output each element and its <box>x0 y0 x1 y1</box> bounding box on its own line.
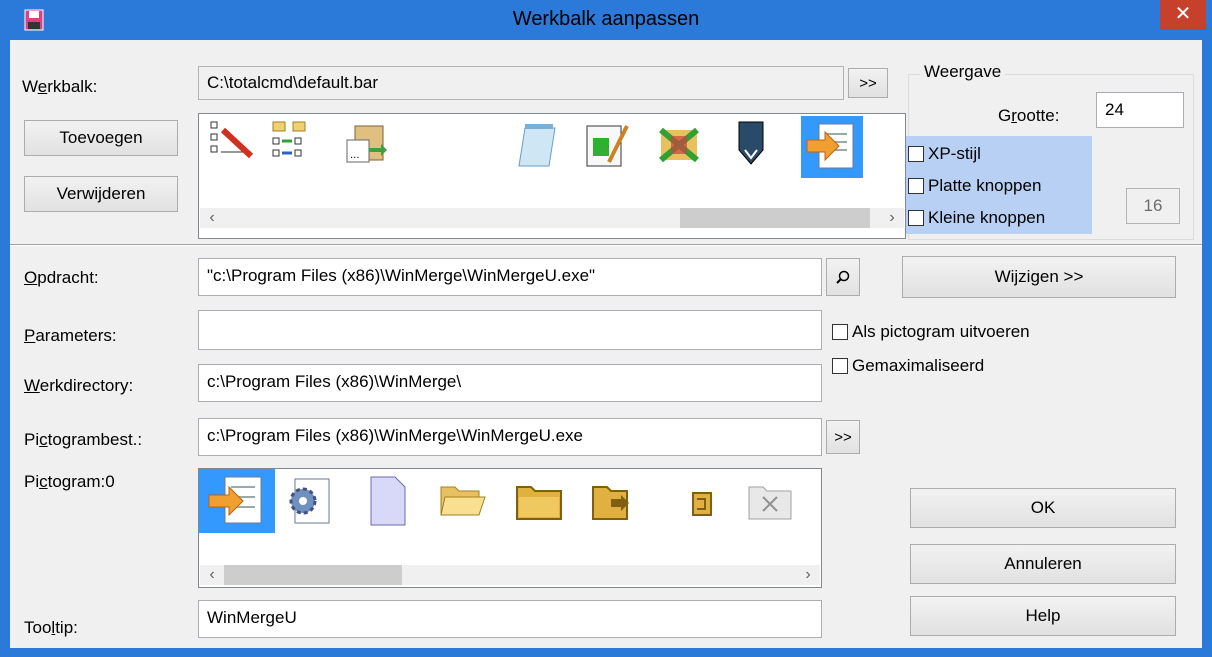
checkbox-box[interactable] <box>908 146 924 162</box>
scroll-right-icon[interactable]: › <box>798 565 818 585</box>
size-field[interactable]: 24 <box>1096 92 1184 128</box>
change-button[interactable]: Wijzigen >> <box>902 256 1176 298</box>
iconfile-field[interactable]: c:\Program Files (x86)\WinMerge\WinMerge… <box>198 418 822 456</box>
pen-icon[interactable] <box>723 118 779 174</box>
iconfile-browse-button[interactable]: >> <box>826 420 860 454</box>
small-size-field: 16 <box>1126 188 1180 224</box>
folder-arrow-icon[interactable] <box>587 473 643 529</box>
scroll-thumb[interactable] <box>680 208 870 228</box>
scroll-left-icon[interactable]: ‹ <box>202 208 222 228</box>
flat-buttons-checkbox[interactable]: Platte knoppen <box>908 176 1041 196</box>
add-button[interactable]: Toevoegen <box>24 120 178 156</box>
small-buttons-checkbox[interactable]: Kleine knoppen <box>908 208 1045 228</box>
run-minimized-label: Als pictogram uitvoeren <box>852 322 1030 341</box>
icon-picker-label: Pictogram:0 <box>24 472 115 491</box>
scroll-left-icon[interactable]: ‹ <box>202 565 222 585</box>
scroll-thumb[interactable] <box>224 565 402 585</box>
toolbar-strip-scrollbar[interactable]: ‹ › <box>200 208 904 228</box>
command-field[interactable]: "c:\Program Files (x86)\WinMerge\WinMerg… <box>198 258 822 296</box>
toolbar-label: Werkbalk: <box>22 77 98 96</box>
section-divider <box>10 244 1202 246</box>
small-buttons-label: Kleine knoppen <box>928 208 1046 227</box>
xp-style-label: XP-stijl <box>928 144 981 163</box>
xp-style-checkbox[interactable]: XP-stijl <box>908 144 981 164</box>
command-label: Opdracht: <box>24 268 99 287</box>
parameters-field[interactable] <box>198 310 822 350</box>
winmerge-icon[interactable] <box>199 469 275 533</box>
folder-icon[interactable] <box>511 473 567 529</box>
file-small-icon[interactable] <box>677 473 733 529</box>
flat-buttons-label: Platte knoppen <box>928 176 1042 195</box>
icon-picker-strip[interactable]: ‹ › <box>198 468 822 588</box>
tooltip-label: Tooltip: <box>24 618 78 637</box>
checkbox-box[interactable] <box>832 358 848 374</box>
toolbar-browse-button[interactable]: >> <box>848 68 888 98</box>
winmerge-icon[interactable] <box>801 116 863 178</box>
remove-button[interactable]: Verwijderen <box>24 176 178 212</box>
maximized-label: Gemaximaliseerd <box>852 356 985 375</box>
checkbox-box[interactable] <box>908 178 924 194</box>
open-folder-icon[interactable] <box>435 473 491 529</box>
size-label: Grootte: <box>998 106 1060 125</box>
cancel-button[interactable]: Annuleren <box>910 544 1176 584</box>
view-group-title: Weergave <box>920 62 1006 82</box>
compare-dirs-icon[interactable] <box>265 118 321 174</box>
toolbar-icon-strip[interactable]: ... ‹ › <box>198 113 906 239</box>
svg-text:...: ... <box>350 150 360 161</box>
workdir-field[interactable]: c:\Program Files (x86)\WinMerge\ <box>198 364 822 402</box>
checkbox-box[interactable] <box>908 210 924 226</box>
magnifier-icon <box>836 270 850 284</box>
workdir-label: Werkdirectory: <box>24 376 134 395</box>
iconfile-label: Pictogrambest.: <box>24 430 143 449</box>
close-button[interactable]: ✕ <box>1160 0 1206 30</box>
title-bar: Werkbalk aanpassen ✕ <box>0 0 1212 40</box>
tooltip-field[interactable]: WinMergeU <box>198 600 822 638</box>
checkbox-box[interactable] <box>832 324 848 340</box>
text-editor-icon[interactable] <box>579 118 635 174</box>
winmerge-x-icon[interactable] <box>651 118 707 174</box>
dialog-client-area: Werkbalk: C:\totalcmd\default.bar >> Toe… <box>10 40 1202 648</box>
paste-path-icon[interactable]: ... <box>339 118 395 174</box>
scroll-right-icon[interactable]: › <box>882 208 902 228</box>
document-icon[interactable] <box>359 473 415 529</box>
parameters-label: Parameters: <box>24 326 117 345</box>
project-icon[interactable] <box>281 473 337 529</box>
folder-x-icon[interactable] <box>743 473 799 529</box>
help-button[interactable]: Help <box>910 596 1176 636</box>
notepad-icon[interactable] <box>509 118 565 174</box>
toolbar-path-field[interactable]: C:\totalcmd\default.bar <box>198 66 844 100</box>
maximized-checkbox[interactable]: Gemaximaliseerd <box>832 356 984 376</box>
dialog-window: Werkbalk aanpassen ✕ Werkbalk: C:\totalc… <box>0 0 1212 657</box>
tree-edit-icon[interactable] <box>207 118 263 174</box>
browse-command-button[interactable] <box>826 258 860 296</box>
icon-picker-scrollbar[interactable]: ‹ › <box>200 565 820 585</box>
ok-button[interactable]: OK <box>910 488 1176 528</box>
run-minimized-checkbox[interactable]: Als pictogram uitvoeren <box>832 322 1030 342</box>
window-title: Werkbalk aanpassen <box>512 8 700 30</box>
